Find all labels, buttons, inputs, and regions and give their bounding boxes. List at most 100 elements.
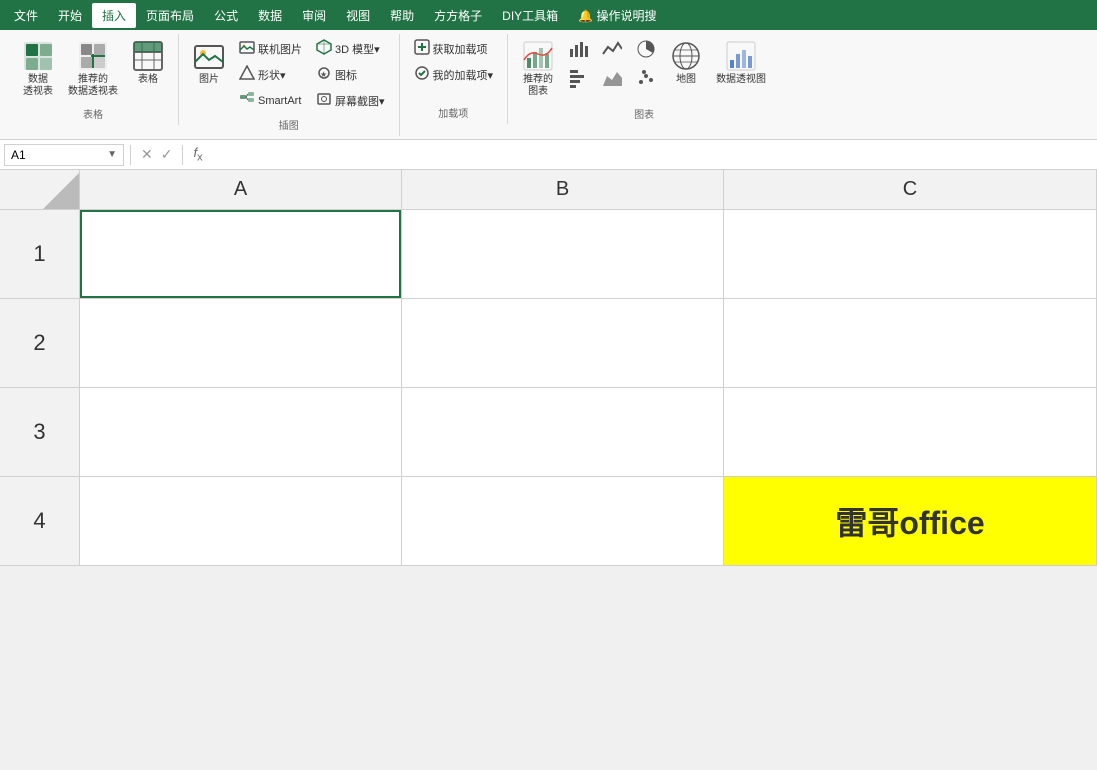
- column-chart-button[interactable]: [562, 36, 594, 62]
- pie-chart-button[interactable]: [630, 36, 662, 62]
- col-header-b[interactable]: B: [402, 170, 724, 209]
- icon-button[interactable]: ★ 图标: [310, 62, 391, 87]
- table-button[interactable]: 表格: [126, 36, 170, 90]
- corner-cell[interactable]: [0, 170, 80, 210]
- cell-ref: A1: [11, 148, 26, 162]
- recommended-pivot-icon: [77, 40, 109, 72]
- pivot-table-button[interactable]: 数据透视表: [16, 36, 60, 102]
- 3d-model-button[interactable]: 3D 模型▾: [310, 36, 391, 61]
- screenshot-icon: [316, 91, 332, 110]
- addins-col: 获取加载项 我的加载项▾: [408, 36, 500, 87]
- fx-button[interactable]: fx: [189, 143, 206, 166]
- table-label: 表格: [138, 74, 158, 86]
- bar-chart-icon: [568, 68, 588, 88]
- name-box[interactable]: A1 ▼: [4, 144, 124, 166]
- ribbon-group-table: 数据透视表 推荐的数: [8, 34, 179, 125]
- cell-a3[interactable]: [80, 388, 402, 476]
- svg-text:★: ★: [320, 70, 327, 79]
- confirm-formula-button[interactable]: ✓: [161, 146, 173, 163]
- get-addins-button[interactable]: 获取加载项: [408, 36, 500, 61]
- ribbon: 数据透视表 推荐的数: [0, 30, 1097, 140]
- formula-bar: A1 ▼ ✕ ✓ fx: [0, 140, 1097, 170]
- name-box-dropdown[interactable]: ▼: [107, 149, 117, 160]
- online-picture-button[interactable]: 联机图片: [233, 36, 308, 61]
- area-chart-button[interactable]: [596, 65, 628, 91]
- menu-insert[interactable]: 插入: [92, 3, 136, 28]
- smartart-label: SmartArt: [258, 95, 301, 107]
- formula-separator-2: [182, 145, 183, 165]
- row-header-1[interactable]: 1: [0, 210, 80, 298]
- cell-b2[interactable]: [402, 299, 724, 387]
- chart-icons-col1: [562, 36, 662, 91]
- recommended-charts-button[interactable]: 推荐的图表: [516, 36, 560, 102]
- ribbon-group-illustration: 图片 联机图片 形状▾: [179, 34, 400, 136]
- map-label: 地图: [676, 74, 696, 86]
- group-table-content: 数据透视表 推荐的数: [16, 36, 170, 102]
- menu-tips[interactable]: 🔔 操作说明搜: [568, 3, 666, 28]
- row-header-2[interactable]: 2: [0, 299, 80, 387]
- menu-diy[interactable]: DIY工具箱: [492, 3, 568, 28]
- menu-wangge[interactable]: 方方格子: [424, 3, 492, 28]
- group-addins-label: 加载项: [408, 105, 500, 120]
- row-header-4[interactable]: 4: [0, 477, 80, 565]
- line-chart-button[interactable]: [596, 36, 628, 62]
- screenshot-button[interactable]: 屏幕截图▾: [310, 88, 391, 113]
- 3d-model-label: 3D 模型▾: [335, 41, 380, 57]
- row-2-label: 2: [33, 330, 45, 356]
- cell-a1[interactable]: [80, 210, 402, 298]
- ribbon-group-addins: 获取加载项 我的加载项▾ 加载项: [400, 34, 509, 124]
- menu-formula[interactable]: 公式: [204, 3, 248, 28]
- cell-c4[interactable]: 雷哥office: [724, 477, 1097, 565]
- my-addins-button[interactable]: 我的加载项▾: [408, 62, 500, 87]
- formula-input[interactable]: [211, 144, 1093, 166]
- area-chart-icon: [602, 68, 622, 88]
- cell-b3[interactable]: [402, 388, 724, 476]
- formula-separator-1: [130, 145, 131, 165]
- row-header-3[interactable]: 3: [0, 388, 80, 476]
- cell-b4[interactable]: [402, 477, 724, 565]
- my-addins-icon: [414, 65, 430, 84]
- menu-data[interactable]: 数据: [248, 3, 292, 28]
- data-rows: 1 2 3 4: [0, 210, 1097, 566]
- line-chart-icon: [602, 39, 622, 59]
- menu-page-layout[interactable]: 页面布局: [136, 3, 204, 28]
- col-header-a[interactable]: A: [80, 170, 402, 209]
- pivot-chart-button[interactable]: 数据透视图: [710, 36, 772, 90]
- cell-c3[interactable]: [724, 388, 1097, 476]
- col-header-c-label: C: [903, 178, 917, 201]
- cell-a4[interactable]: [80, 477, 402, 565]
- picture-icon: [193, 40, 225, 72]
- illustration-col1: 联机图片 形状▾ SmartArt: [233, 36, 308, 113]
- cell-a2[interactable]: [80, 299, 402, 387]
- online-picture-icon: [239, 39, 255, 58]
- pivot-chart-icon: [725, 40, 757, 72]
- row-1-label: 1: [33, 241, 45, 267]
- map-button[interactable]: 地图: [664, 36, 708, 90]
- bar-chart-button[interactable]: [562, 65, 594, 91]
- row-3-label: 3: [33, 419, 45, 445]
- cell-c1[interactable]: [724, 210, 1097, 298]
- recommended-pivot-button[interactable]: 推荐的数据透视表: [62, 36, 124, 102]
- menu-bar: 文件 开始 插入 页面布局 公式 数据 审阅 视图 帮助 方方格子 DIY工具箱…: [0, 0, 1097, 30]
- menu-file[interactable]: 文件: [4, 3, 48, 28]
- menu-view[interactable]: 视图: [336, 3, 380, 28]
- menu-home[interactable]: 开始: [48, 3, 92, 28]
- group-table-label: 表格: [16, 106, 170, 121]
- col-header-c[interactable]: C: [724, 170, 1097, 209]
- shape-button[interactable]: 形状▾: [233, 62, 308, 87]
- shape-icon: [239, 65, 255, 84]
- table-row: 3: [0, 388, 1097, 477]
- table-row: 1: [0, 210, 1097, 299]
- menu-help[interactable]: 帮助: [380, 3, 424, 28]
- picture-label: 图片: [199, 74, 219, 86]
- picture-button[interactable]: 图片: [187, 36, 231, 90]
- cancel-formula-button[interactable]: ✕: [141, 146, 153, 163]
- row-4-label: 4: [33, 508, 45, 534]
- cell-c2[interactable]: [724, 299, 1097, 387]
- menu-review[interactable]: 审阅: [292, 3, 336, 28]
- smartart-button[interactable]: SmartArt: [233, 88, 308, 113]
- cell-b1[interactable]: [402, 210, 724, 298]
- recommended-charts-label: 推荐的图表: [523, 74, 553, 98]
- scatter-chart-button[interactable]: [630, 65, 662, 91]
- ribbon-groups: 数据透视表 推荐的数: [8, 34, 1089, 136]
